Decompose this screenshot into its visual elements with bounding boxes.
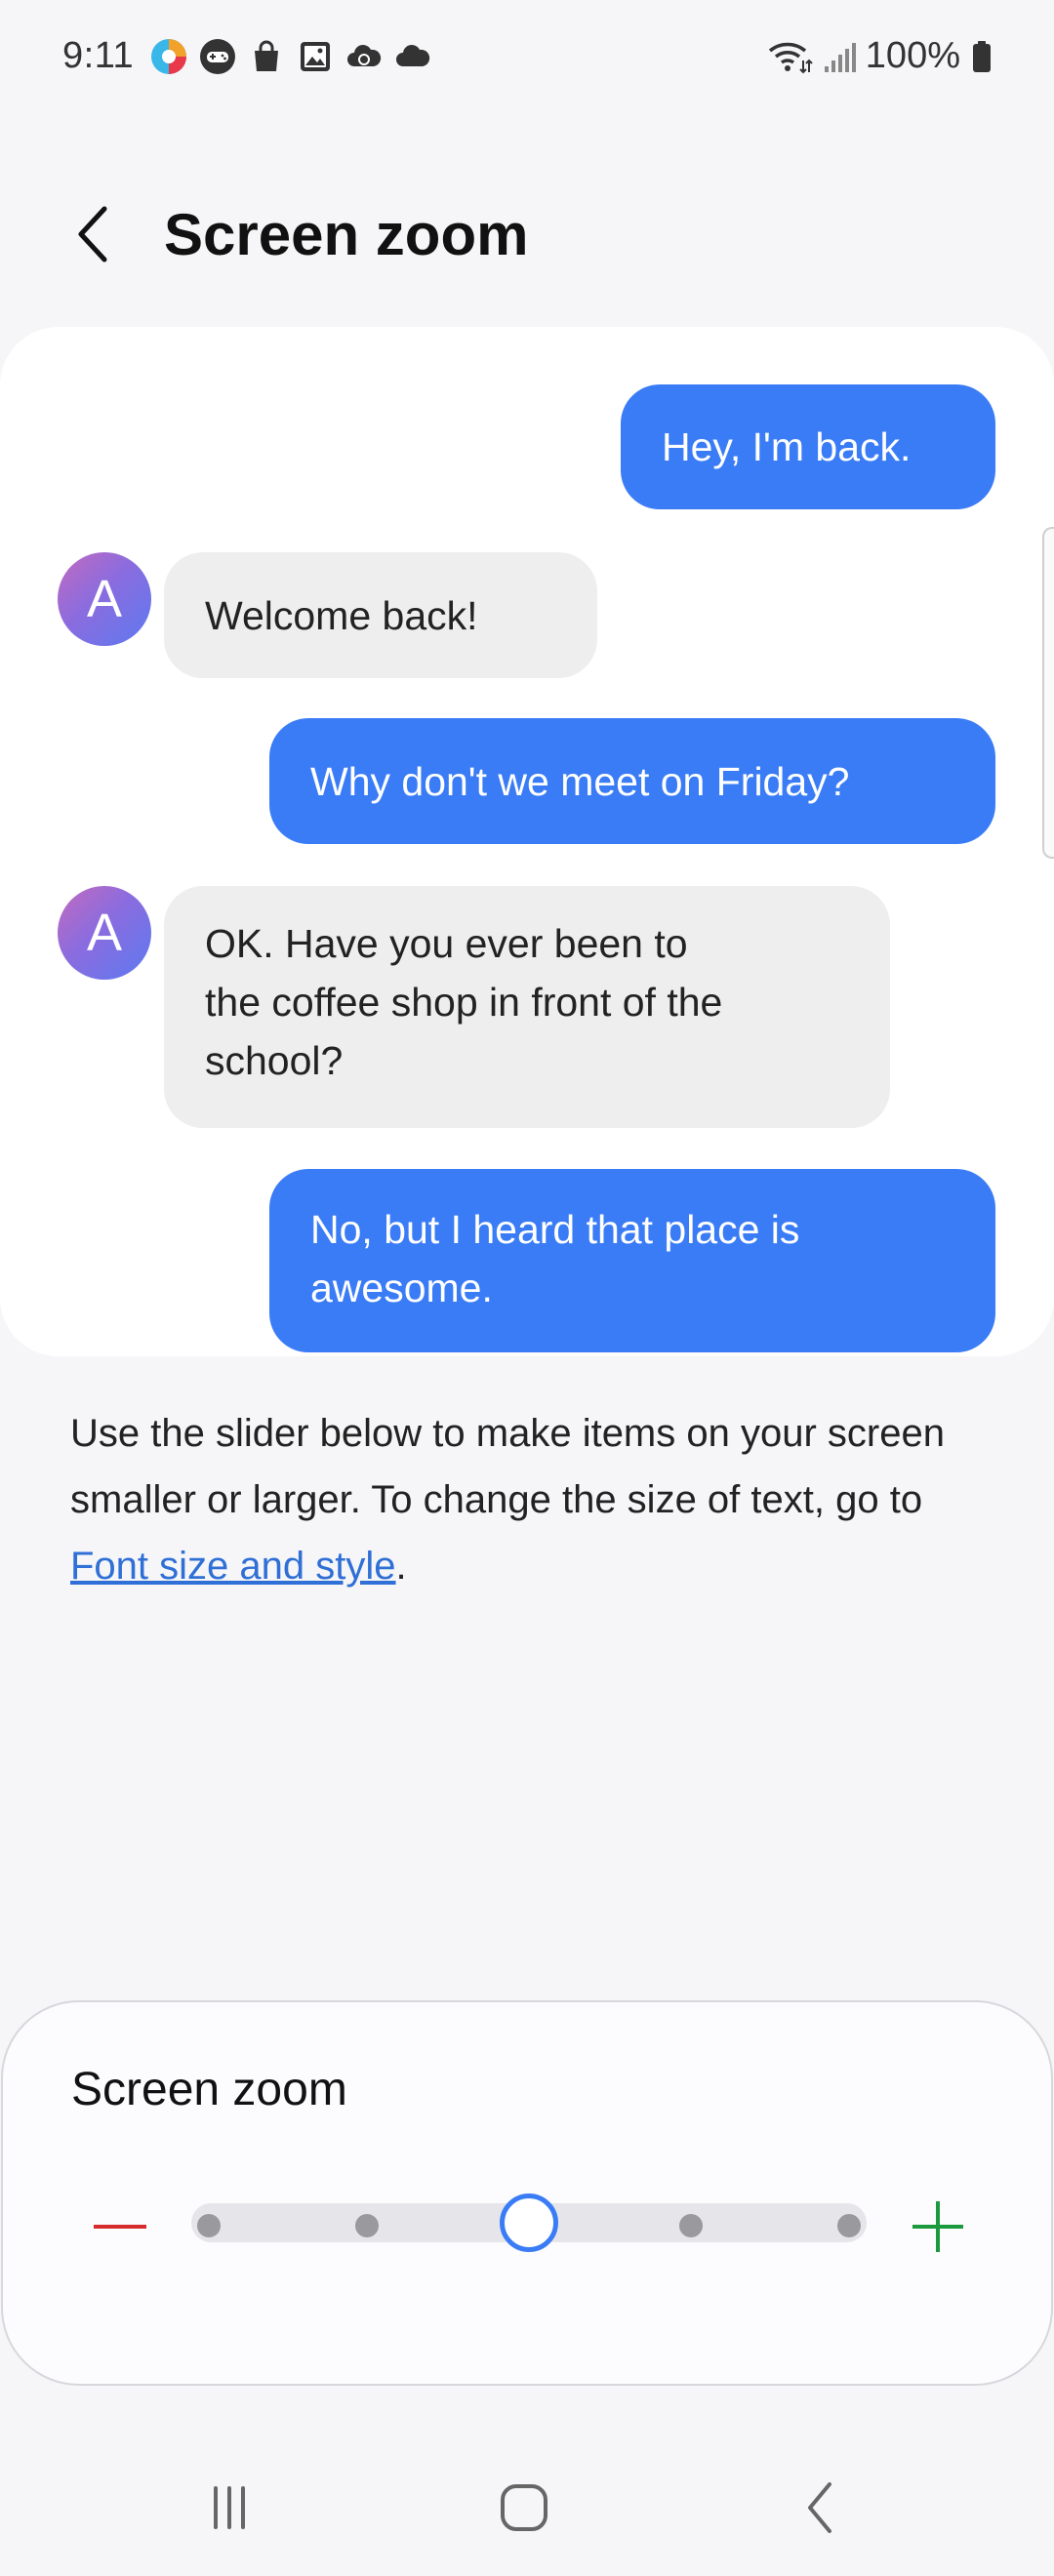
signal-icon [823,37,856,76]
game-controller-icon [198,37,237,76]
screen-zoom-screen: 9:11 100% Screen zoom Hey, I'm back. A W… [0,0,1054,2576]
recent-apps-icon [214,2486,245,2529]
chevron-left-icon [808,2482,831,2533]
shopping-bag-icon [247,37,286,76]
chevron-left-icon [78,206,107,262]
message-text-line: No, but I heard that place is [310,1207,800,1252]
recent-apps-button[interactable] [185,2469,273,2547]
message-text: Welcome back! [205,592,478,638]
status-time: 9:11 [62,35,135,76]
description-period: . [395,1545,407,1588]
zoom-in-button[interactable] [899,2188,977,2266]
zoom-description: Use the slider below to make items on yo… [70,1400,988,1599]
message-text-line: awesome. [310,1266,493,1310]
message-text-line: school? [205,1038,344,1083]
slider-step-dot [837,2214,861,2237]
status-bar-right: 100% [766,35,993,77]
message-text-line: the coffee shop in front of the [205,980,723,1025]
slider-step-dot [679,2214,703,2237]
minus-icon [94,2225,146,2229]
message-bubble-incoming: OK. Have you ever been to the coffee sho… [164,886,890,1128]
slider-step-dot [355,2214,379,2237]
screen-zoom-control-card: Screen zoom [1,2000,1053,2386]
app-header: Screen zoom [0,176,1054,293]
message-text-line: OK. Have you ever been to [205,921,688,966]
status-bar: 9:11 100% [0,0,1054,112]
message-bubble-incoming: Welcome back! [164,552,597,678]
font-size-and-style-link[interactable]: Font size and style [70,1545,396,1588]
battery-icon [970,37,993,76]
page-title: Screen zoom [164,202,529,267]
back-button[interactable] [59,197,127,271]
home-button[interactable] [480,2469,568,2547]
message-bubble-outgoing: Hey, I'm back. [621,384,995,509]
system-navigation-bar [0,2459,1054,2556]
contact-avatar: A [58,552,151,646]
chat-preview-card: Hey, I'm back. A Welcome back! Why don't… [0,327,1054,1356]
message-text: Hey, I'm back. [662,424,912,469]
slider-step-dot [197,2214,221,2237]
status-bar-left: 9:11 [62,35,432,77]
slider-thumb[interactable] [500,2194,558,2252]
message-bubble-outgoing: Why don't we meet on Friday? [269,718,995,844]
cloud-icon [393,37,432,76]
browser-app-icon [149,37,188,76]
cloud-sync-icon [345,37,384,76]
battery-percentage: 100% [865,35,960,76]
home-icon [501,2484,547,2531]
gallery-icon [296,37,335,76]
plus-icon [912,2201,963,2252]
system-back-button[interactable] [776,2469,864,2547]
scroll-indicator[interactable] [1042,527,1054,859]
zoom-out-button[interactable] [81,2197,159,2256]
avatar-initial: A [86,904,123,962]
contact-avatar: A [58,886,151,980]
message-bubble-outgoing: No, but I heard that place is awesome. [269,1169,995,1352]
zoom-control-title: Screen zoom [71,2064,347,2115]
message-text: Why don't we meet on Friday? [310,758,850,804]
description-text: Use the slider below to make items on yo… [70,1412,945,1521]
wifi-icon [766,37,813,76]
avatar-initial: A [86,570,123,628]
zoom-slider[interactable] [191,2194,867,2252]
